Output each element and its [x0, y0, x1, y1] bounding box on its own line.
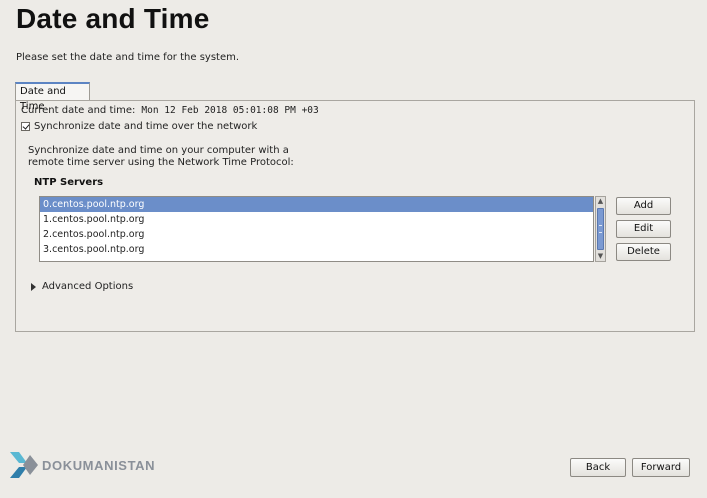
ntp-server-list[interactable]: 0.centos.pool.ntp.org 1.centos.pool.ntp.…	[39, 196, 594, 262]
sync-network-label[interactable]: Synchronize date and time over the netwo…	[34, 121, 257, 132]
ntp-server-item[interactable]: 0.centos.pool.ntp.org	[40, 197, 593, 212]
ntp-description-line: Synchronize date and time on your comput…	[28, 145, 289, 156]
forward-button[interactable]: Forward	[632, 458, 690, 477]
expander-arrow-icon[interactable]	[31, 282, 36, 291]
ntp-server-item[interactable]: 2.centos.pool.ntp.org	[40, 227, 593, 242]
page-subtitle: Please set the date and time for the sys…	[16, 52, 240, 63]
logo: DOKUMANISTAN	[10, 451, 155, 479]
current-datetime-row: Current date and time: Mon 12 Feb 2018 05…	[21, 105, 319, 116]
logo-mark-icon	[10, 452, 38, 478]
grip-icon	[599, 225, 602, 233]
ntp-description: Synchronize date and time on your comput…	[28, 145, 348, 169]
ntp-servers-heading: NTP Servers	[34, 177, 104, 188]
ntp-list-scrollbar[interactable]: ▲ ▼	[595, 196, 606, 262]
current-datetime-value: Mon 12 Feb 2018 05:01:08 PM +03	[141, 105, 319, 116]
tab-date-and-time[interactable]: Date and Time	[15, 82, 90, 112]
sync-network-checkbox[interactable]	[21, 122, 30, 131]
logo-text: DOKUMANISTAN	[42, 457, 156, 473]
ntp-server-item[interactable]: 1.centos.pool.ntp.org	[40, 212, 593, 227]
advanced-options-expander[interactable]: Advanced Options	[31, 281, 133, 292]
delete-button[interactable]: Delete	[616, 243, 671, 261]
sync-network-row[interactable]: Synchronize date and time over the netwo…	[21, 121, 257, 132]
ntp-server-item[interactable]: 3.centos.pool.ntp.org	[40, 242, 593, 257]
advanced-options-label[interactable]: Advanced Options	[42, 281, 133, 292]
ntp-description-line: remote time server using the Network Tim…	[28, 157, 294, 168]
back-button[interactable]: Back	[570, 458, 626, 477]
page-title: Date and Time	[16, 3, 210, 34]
scrollbar-thumb[interactable]	[597, 208, 604, 250]
add-button[interactable]: Add	[616, 197, 671, 215]
scroll-up-arrow-icon[interactable]: ▲	[596, 197, 605, 206]
scroll-down-arrow-icon[interactable]: ▼	[596, 252, 605, 261]
edit-button[interactable]: Edit	[616, 220, 671, 238]
